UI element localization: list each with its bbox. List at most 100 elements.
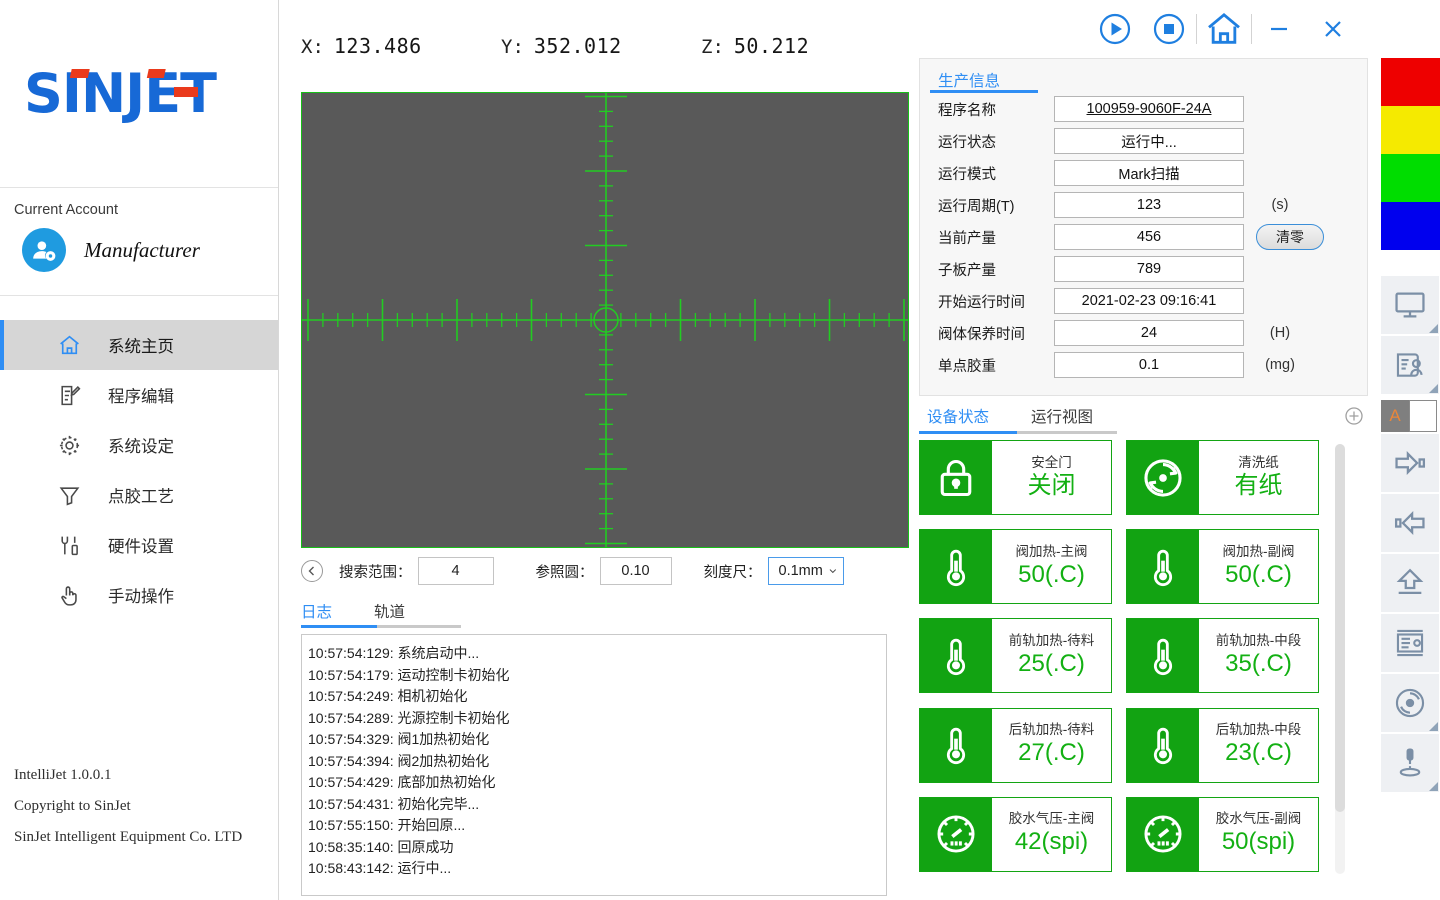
sidebar-item-system-settings[interactable]: 系统设定 bbox=[0, 420, 278, 470]
current-output-field: 456 bbox=[1054, 224, 1244, 250]
sidebar-item-hardware-settings[interactable]: 硬件设置 bbox=[0, 520, 278, 570]
scale-label: 刻度尺： bbox=[703, 564, 762, 581]
application-window: SINJET Current Account Manufacturer 系统主页… bbox=[0, 0, 1440, 900]
tools-icon bbox=[56, 532, 82, 558]
log-line: 10:57:54:129: 系统启动中... bbox=[308, 645, 480, 661]
row-label: 阀体保养时间 bbox=[938, 326, 1025, 343]
device-status-tiles: 安全门 关闭 清洗纸 有纸 阀加热-主阀 50(.C) 阀加热-副阀 50(.C) 前轨加热-待… bbox=[919, 440, 1319, 874]
status-tile-value: 50(.C) bbox=[1225, 560, 1292, 588]
status-tile[interactable]: 安全门 关闭 bbox=[919, 440, 1112, 515]
status-tile[interactable]: 前轨加热-中段 35(.C) bbox=[1126, 618, 1319, 694]
minimize-button[interactable] bbox=[1252, 6, 1306, 52]
production-tab-underline bbox=[930, 90, 1038, 93]
sidebar-item-dispensing-process[interactable]: 点胶工艺 bbox=[0, 470, 278, 520]
status-tile-label: 清洗纸 bbox=[1238, 454, 1279, 470]
row-label: 运行周期(T) bbox=[938, 198, 1015, 215]
ref-circle-input[interactable]: 0.10 bbox=[599, 557, 672, 585]
row-label: 运行状态 bbox=[938, 134, 996, 151]
play-button[interactable] bbox=[1088, 6, 1142, 52]
scale-select[interactable]: 0.1mm bbox=[767, 557, 844, 585]
run-mode-field[interactable]: Mark扫描 bbox=[1054, 160, 1244, 186]
cycle-time-unit: (s) bbox=[1271, 197, 1289, 213]
status-tile[interactable]: 后轨加热-待料 27(.C) bbox=[919, 707, 1112, 783]
corner-marker bbox=[1429, 384, 1438, 393]
footer-copyright: Copyright to SinJet bbox=[14, 798, 131, 814]
valve-maintenance-unit: (H) bbox=[1269, 325, 1291, 341]
operator-record-button[interactable] bbox=[1381, 336, 1439, 394]
status-tile-value: 27(.C) bbox=[1018, 739, 1085, 767]
clear-counter-button[interactable]: 清零 bbox=[1256, 224, 1324, 250]
sidebar-item-manual-operation[interactable]: 手动操作 bbox=[0, 570, 278, 620]
status-tile[interactable]: 清洗纸 有纸 bbox=[1126, 440, 1319, 515]
coordinate-z-value: 50.212 bbox=[733, 34, 810, 58]
thermometer-icon bbox=[920, 708, 992, 782]
status-tile[interactable]: 后轨加热-中段 23(.C) bbox=[1126, 707, 1319, 783]
status-tile[interactable]: 阀加热-主阀 50(.C) bbox=[919, 529, 1112, 605]
search-range-input[interactable]: 4 bbox=[417, 557, 494, 585]
camera-viewport[interactable] bbox=[301, 92, 909, 548]
tab-track[interactable]: 轨道 bbox=[374, 600, 405, 628]
sidebar-item-program-edit[interactable]: 程序编辑 bbox=[0, 370, 278, 420]
status-tile[interactable]: 阀加热-副阀 50(.C) bbox=[1126, 529, 1319, 605]
add-tile-button[interactable] bbox=[1344, 406, 1364, 426]
dispense-button[interactable] bbox=[1381, 734, 1439, 792]
close-button[interactable] bbox=[1306, 6, 1360, 52]
status-tile[interactable]: 胶水气压-副阀 50(spi) bbox=[1126, 796, 1319, 872]
valve-maintenance-field[interactable]: 24 bbox=[1054, 320, 1244, 346]
clean-cycle-icon bbox=[1395, 688, 1425, 718]
thermometer-icon bbox=[1127, 708, 1199, 782]
tab-device-status[interactable]: 设备状态 bbox=[927, 405, 989, 434]
chevron-left-icon[interactable] bbox=[301, 560, 323, 582]
monitor-button[interactable] bbox=[1381, 276, 1439, 334]
status-tile-body: 后轨加热-待料 27(.C) bbox=[992, 709, 1111, 782]
status-tile[interactable]: 前轨加热-待料 25(.C) bbox=[919, 618, 1112, 694]
status-tile-value: 25(.C) bbox=[1018, 649, 1085, 677]
window-titlebar bbox=[909, 0, 1378, 58]
user-icon bbox=[33, 241, 56, 261]
sidebar-item-system-home[interactable]: 系统主页 bbox=[0, 320, 278, 370]
text-color-button[interactable]: A bbox=[1381, 400, 1439, 432]
status-tile[interactable]: 胶水气压-主阀 42(spi) bbox=[919, 796, 1112, 872]
clean-button[interactable] bbox=[1381, 674, 1439, 732]
row-label: 子板产量 bbox=[938, 262, 996, 279]
scale-select-value: 0.1mm bbox=[778, 563, 823, 579]
status-tile-label: 后轨加热-中段 bbox=[1215, 722, 1302, 738]
row-current-output: 当前产量 456 清零 bbox=[920, 221, 1367, 253]
gauge-icon bbox=[920, 797, 992, 871]
search-range-label: 搜索范围： bbox=[339, 564, 412, 581]
status-light-green bbox=[1380, 154, 1440, 202]
coordinate-y-axis: Y: bbox=[501, 36, 524, 58]
account-row[interactable]: Manufacturer bbox=[14, 228, 278, 272]
funnel-icon bbox=[56, 482, 82, 508]
move-left-button[interactable] bbox=[1381, 494, 1439, 552]
program-name-field[interactable]: 100959-9060F-24A bbox=[1054, 96, 1244, 122]
glue-weight-field[interactable]: 0.1 bbox=[1054, 352, 1244, 378]
subboard-output-field: 789 bbox=[1054, 256, 1244, 282]
scrollbar-thumb[interactable] bbox=[1335, 444, 1345, 812]
report-button[interactable] bbox=[1381, 614, 1439, 672]
status-tile-label: 前轨加热-中段 bbox=[1215, 632, 1302, 648]
stop-circle-icon bbox=[1153, 13, 1185, 45]
tab-run-view[interactable]: 运行视图 bbox=[1031, 405, 1093, 434]
move-right-button[interactable] bbox=[1381, 434, 1439, 492]
coordinate-x-axis: X: bbox=[301, 36, 324, 58]
brand-logo: SINJET bbox=[0, 0, 278, 188]
account-label: Current Account bbox=[14, 202, 118, 218]
coordinate-z-axis: Z: bbox=[701, 36, 724, 58]
viewport-controls: 搜索范围： 4 参照圆： 0.10 刻度尺： 0.1mm bbox=[279, 548, 909, 594]
plus-circle-icon bbox=[1345, 407, 1363, 425]
status-light-yellow bbox=[1380, 106, 1440, 154]
home-button[interactable] bbox=[1197, 6, 1251, 52]
log-panel[interactable]: 10:57:54:129: 系统启动中... 10:57:54:179: 运动控… bbox=[301, 634, 887, 896]
stop-button[interactable] bbox=[1142, 6, 1196, 52]
tab-log[interactable]: 日志 bbox=[301, 600, 332, 628]
thermometer-icon bbox=[1127, 530, 1199, 604]
lift-up-button[interactable] bbox=[1381, 554, 1439, 612]
status-tile-body: 前轨加热-中段 35(.C) bbox=[1199, 619, 1318, 692]
play-circle-icon bbox=[1099, 13, 1131, 45]
status-tile-body: 阀加热-主阀 50(.C) bbox=[992, 530, 1111, 603]
thermometer-icon bbox=[1127, 619, 1199, 693]
footer-company: SinJet Intelligent Equipment Co. LTD bbox=[14, 829, 243, 845]
device-status-scrollbar[interactable] bbox=[1335, 444, 1345, 874]
status-tile-label: 胶水气压-副阀 bbox=[1215, 811, 1302, 827]
